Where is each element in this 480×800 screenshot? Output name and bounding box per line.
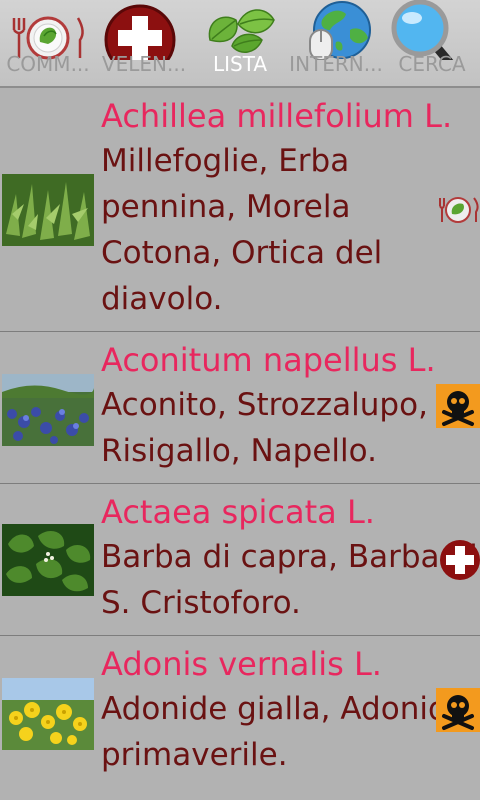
common-names: Aconito, Strozzalupo, Risigallo, Napello…: [101, 387, 428, 469]
common-names: Adonide gialla, Adonide primaverile.: [101, 691, 467, 773]
plant-text: Aconitum napellus L. Aconito, Strozzalup…: [101, 332, 480, 474]
tab-label-cerca: CERCA: [398, 52, 466, 76]
list-item[interactable]: Aconitum napellus L. Aconito, Strozzalup…: [0, 332, 480, 484]
plant-list: Achillea millefolium L. Millefoglie, Erb…: [0, 88, 480, 788]
tab-commestibili[interactable]: COMM...: [0, 0, 96, 86]
latin-name: Achillea millefolium L.: [101, 97, 453, 135]
medicinal-cross-icon: [440, 540, 480, 580]
list-item[interactable]: Actaea spicata L. Barba di capra, Barba …: [0, 484, 480, 636]
tab-cerca[interactable]: CERCA: [384, 0, 480, 86]
poison-skull-icon: [436, 688, 480, 732]
tab-label-velenose: VELEN...: [101, 52, 187, 76]
magnifier-icon: [391, 0, 454, 60]
tab-internet[interactable]: INTERN...: [288, 0, 384, 86]
tab-label-lista: LISTA: [212, 52, 268, 76]
red-cross-icon: [104, 4, 176, 60]
poison-skull-icon: [436, 384, 480, 428]
plant-photo: [2, 174, 94, 246]
common-names: Barba di capra, Barba di S. Cristoforo.: [101, 539, 478, 621]
plant-photo: [2, 678, 94, 750]
tab-velenose[interactable]: VELEN...: [96, 0, 192, 86]
plant-photo: [2, 374, 94, 446]
list-item[interactable]: Achillea millefolium L. Millefoglie, Erb…: [0, 88, 480, 332]
edible-icon: [439, 197, 479, 223]
latin-name: Adonis vernalis L.: [101, 645, 382, 683]
latin-name: Actaea spicata L.: [101, 493, 375, 531]
plant-text: Achillea millefolium L. Millefoglie, Erb…: [101, 88, 480, 322]
plant-text: Actaea spicata L. Barba di capra, Barba …: [101, 484, 480, 626]
tab-bar: COMM... VELEN... LISTA INTERN... CERCA: [0, 0, 480, 88]
basil-leaves-icon: [208, 9, 275, 53]
tab-label-commestibili: COMM...: [6, 52, 90, 76]
plant-photo: [2, 524, 94, 596]
latin-name: Aconitum napellus L.: [101, 341, 436, 379]
common-names: Millefoglie, Erba pennina, Morela Cotona…: [101, 143, 383, 317]
globe-mouse-icon: [309, 1, 371, 60]
list-item[interactable]: Adonis vernalis L. Adonide gialla, Adoni…: [0, 636, 480, 788]
tab-label-internet: INTERN...: [289, 52, 383, 76]
plant-text: Adonis vernalis L. Adonide gialla, Adoni…: [101, 636, 480, 778]
cutlery-plate-icon: [12, 16, 84, 60]
tab-lista[interactable]: LISTA: [192, 0, 288, 86]
